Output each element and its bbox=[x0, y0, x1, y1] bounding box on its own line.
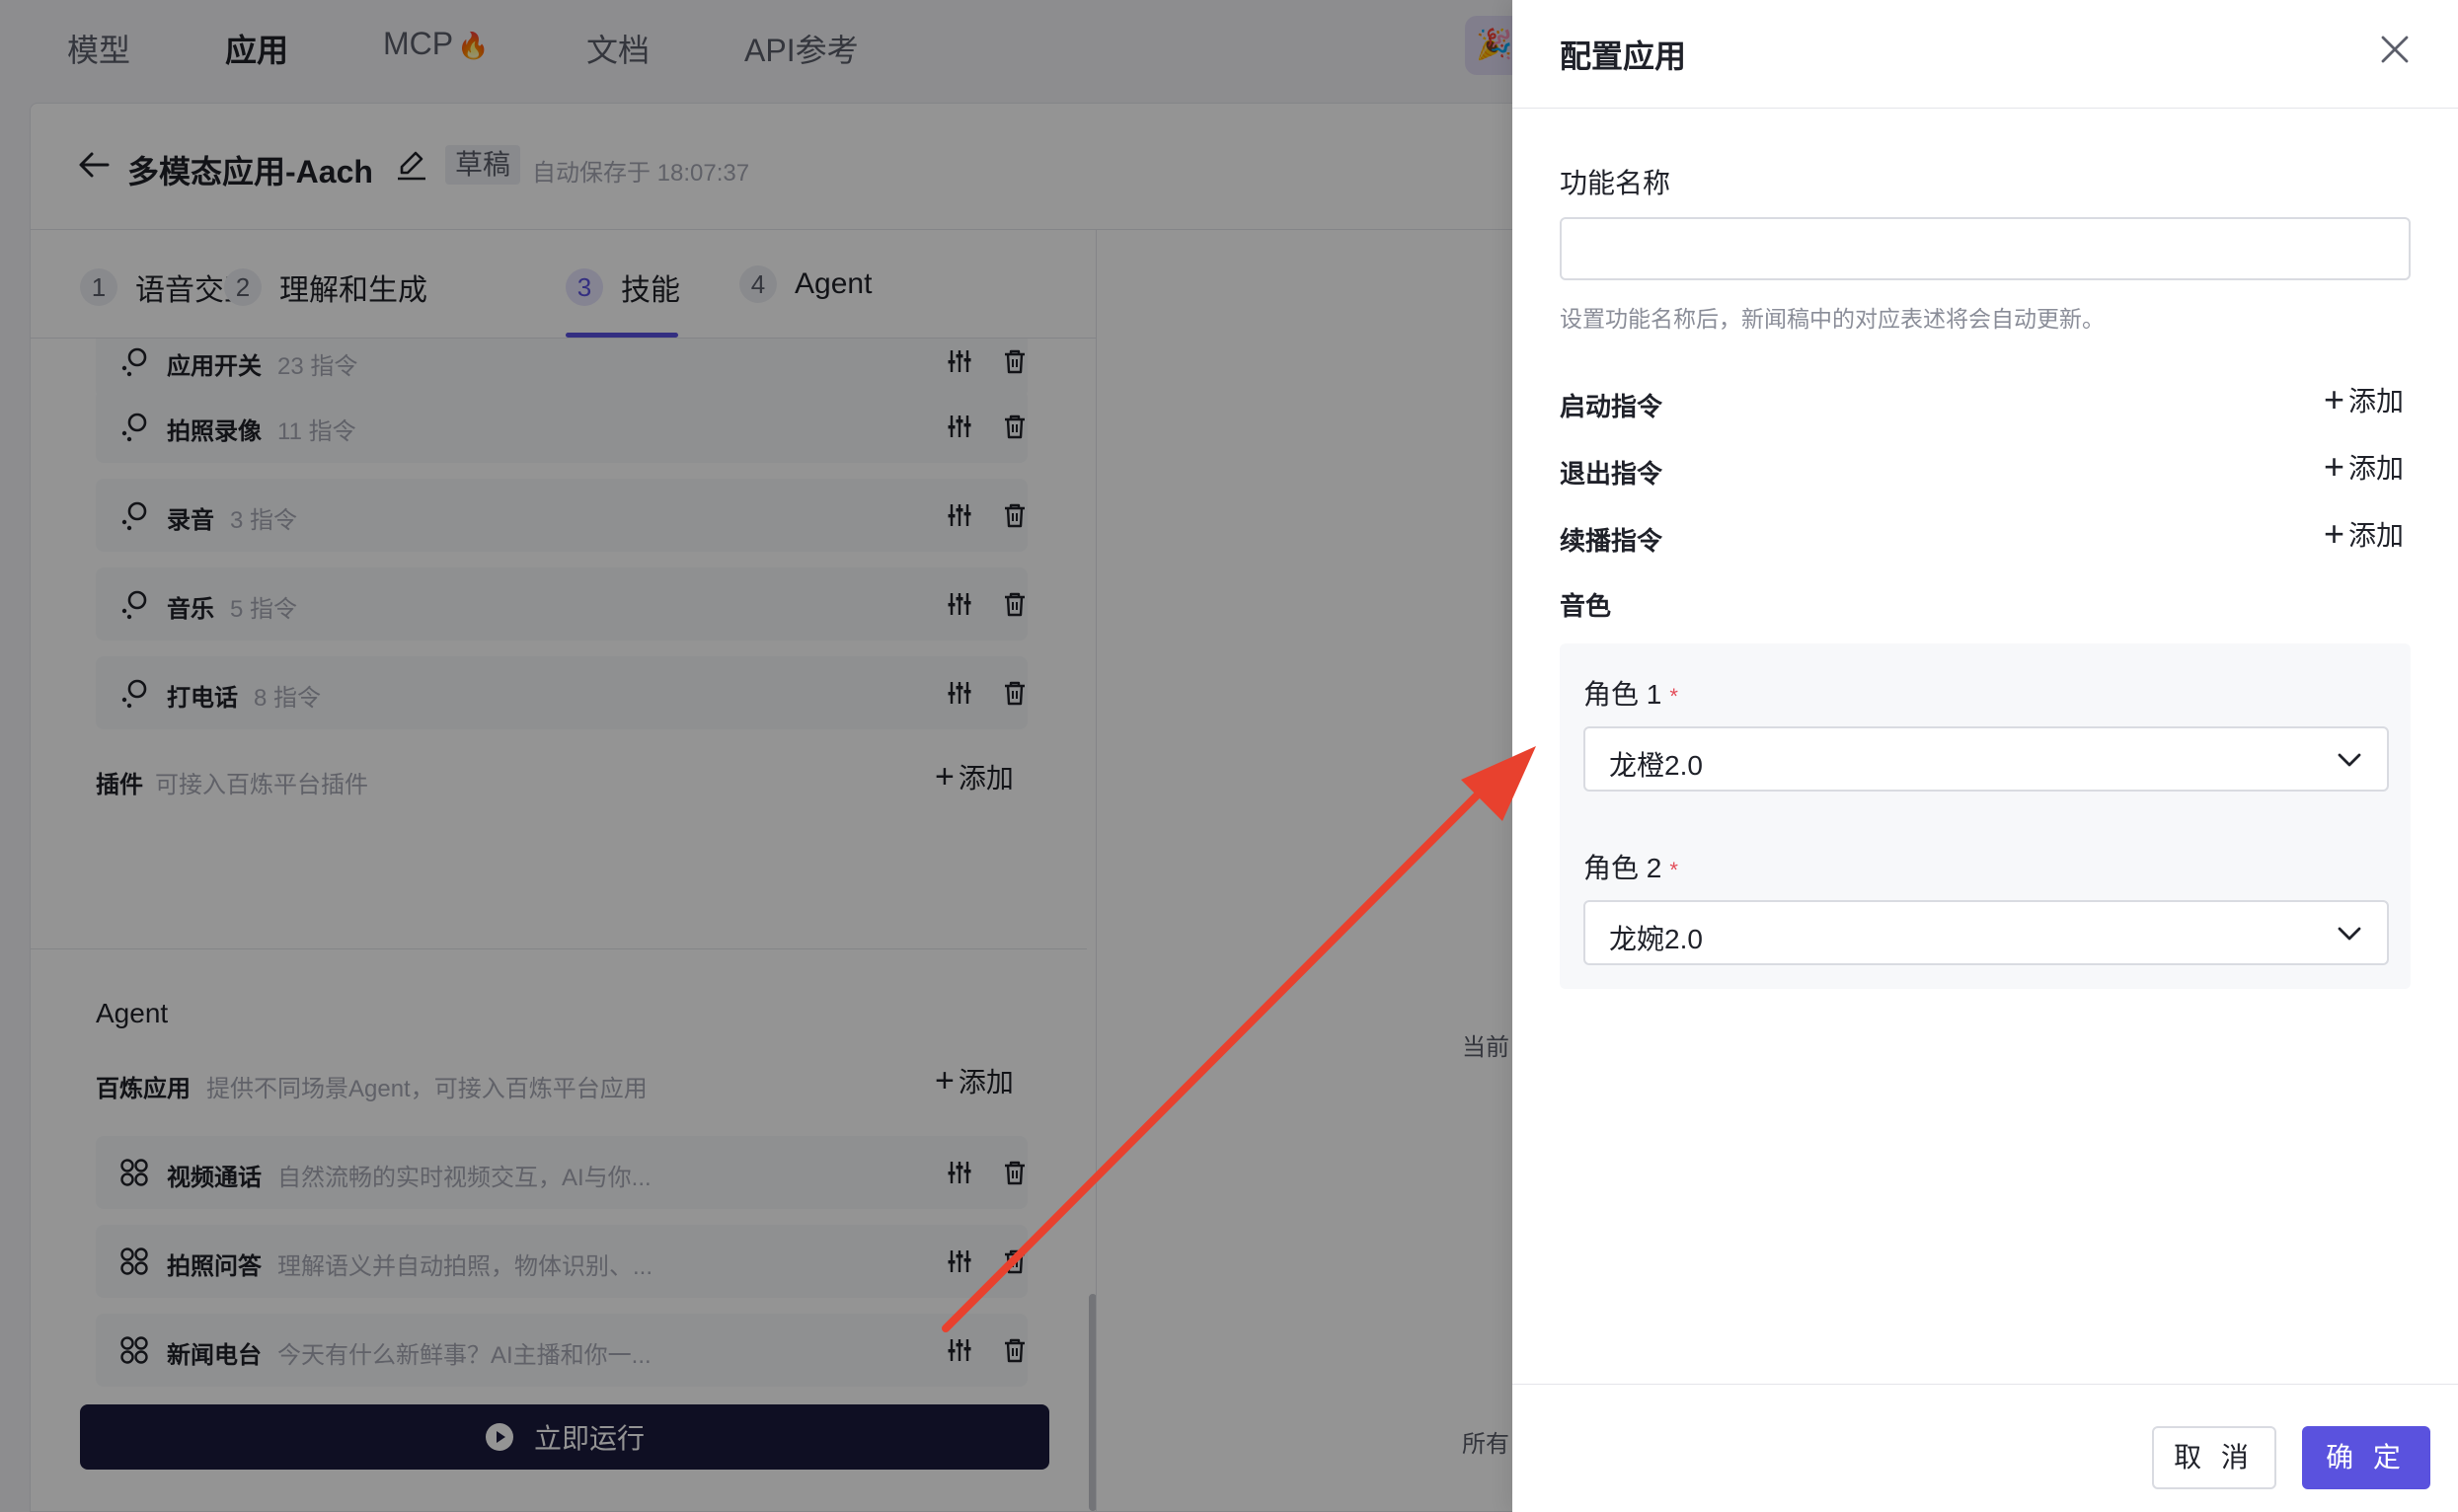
function-name-help: 设置功能名称后，新闻稿中的对应表述将会自动更新。 bbox=[1560, 306, 2105, 332]
add-start-command-button[interactable]: + 添加 bbox=[2324, 379, 2404, 420]
voice-settings-box: 角色 1 * 龙橙2.0 角色 2 * 龙婉2.0 bbox=[1560, 643, 2411, 989]
role-1-value: 龙橙2.0 bbox=[1609, 750, 1703, 781]
plus-icon: + bbox=[2324, 513, 2345, 554]
function-name-label: 功能名称 bbox=[1560, 168, 1671, 198]
plus-icon: + bbox=[2324, 446, 2345, 487]
chevron-down-icon bbox=[2338, 753, 2361, 767]
add-label: 添加 bbox=[2348, 520, 2405, 551]
close-icon[interactable] bbox=[2375, 30, 2415, 69]
start-command-label: 启动指令 bbox=[1560, 392, 1663, 421]
role-2-select[interactable]: 龙婉2.0 bbox=[1583, 900, 2389, 965]
voice-label: 音色 bbox=[1560, 591, 1612, 621]
role-1-label-text: 角色 1 bbox=[1583, 679, 1662, 710]
modal-overlay[interactable] bbox=[0, 0, 1512, 1512]
resume-command-label: 续播指令 bbox=[1560, 526, 1663, 556]
role-1-label: 角色 1 * bbox=[1583, 673, 1678, 713]
chevron-down-icon bbox=[2338, 927, 2361, 941]
add-label: 添加 bbox=[2348, 386, 2405, 416]
drawer-footer: 取 消 确 定 bbox=[1512, 1384, 2458, 1512]
role-2-label: 角色 2 * bbox=[1583, 847, 1678, 886]
exit-command-label: 退出指令 bbox=[1560, 459, 1663, 489]
role-2-label-text: 角色 2 bbox=[1583, 853, 1662, 883]
confirm-button[interactable]: 确 定 bbox=[2302, 1426, 2430, 1489]
configure-app-drawer: 配置应用 功能名称 设置功能名称后，新闻稿中的对应表述将会自动更新。 启动指令 … bbox=[1512, 0, 2458, 1512]
role-2-value: 龙婉2.0 bbox=[1609, 924, 1703, 954]
role-1-select[interactable]: 龙橙2.0 bbox=[1583, 726, 2389, 792]
required-mark: * bbox=[1669, 683, 1678, 709]
add-resume-command-button[interactable]: + 添加 bbox=[2324, 513, 2404, 555]
add-label: 添加 bbox=[2348, 453, 2405, 484]
add-exit-command-button[interactable]: + 添加 bbox=[2324, 446, 2404, 488]
drawer-title: 配置应用 bbox=[1560, 38, 1687, 74]
plus-icon: + bbox=[2324, 379, 2345, 419]
required-mark: * bbox=[1669, 857, 1678, 882]
cancel-button[interactable]: 取 消 bbox=[2152, 1426, 2276, 1489]
drawer-header: 配置应用 bbox=[1512, 0, 2458, 109]
function-name-input[interactable] bbox=[1560, 217, 2411, 280]
